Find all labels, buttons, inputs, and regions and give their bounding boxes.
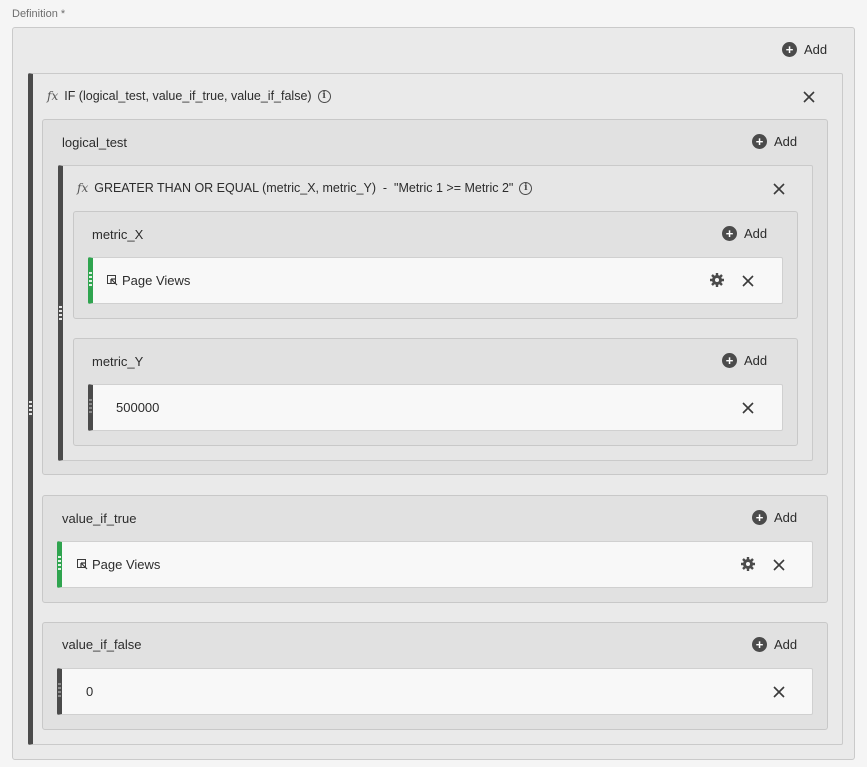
close-icon[interactable] bbox=[772, 182, 786, 196]
metric-icon bbox=[107, 275, 118, 286]
drag-handle-icon[interactable] bbox=[58, 683, 61, 697]
info-icon[interactable]: i bbox=[317, 89, 331, 103]
param-label-metric-y: metric_Y bbox=[92, 354, 144, 369]
metric-item-label: Page Views bbox=[77, 557, 160, 572]
add-label: Add bbox=[744, 353, 768, 368]
add-label: Add bbox=[774, 134, 798, 149]
add-button-metric-x[interactable]: + Add bbox=[722, 226, 767, 241]
param-label-value-if-false: value_if_false bbox=[62, 637, 142, 652]
gear-icon[interactable] bbox=[709, 272, 725, 288]
fx-icon: fx bbox=[77, 181, 89, 195]
drag-handle-icon[interactable] bbox=[29, 401, 32, 415]
metric-item-label: Page Views bbox=[107, 273, 190, 288]
close-icon[interactable] bbox=[772, 558, 786, 572]
plus-circle-icon: + bbox=[752, 510, 767, 525]
drag-handle-icon[interactable] bbox=[59, 306, 62, 320]
drag-handle-icon[interactable] bbox=[89, 399, 92, 413]
plus-circle-icon: + bbox=[752, 134, 767, 149]
gte-function-title: fx GREATER THAN OR EQUAL (metric_X, metr… bbox=[77, 181, 533, 195]
static-number-value[interactable]: 500000 bbox=[116, 400, 159, 415]
close-icon[interactable] bbox=[802, 90, 816, 104]
static-number-item[interactable] bbox=[57, 668, 813, 715]
static-number-value[interactable]: 0 bbox=[86, 684, 93, 699]
add-button-top[interactable]: + Add bbox=[782, 42, 827, 57]
add-label: Add bbox=[804, 42, 828, 57]
static-number-item[interactable] bbox=[88, 384, 783, 431]
add-button-logical-test[interactable]: + Add bbox=[752, 134, 797, 149]
add-button-value-if-true[interactable]: + Add bbox=[752, 510, 797, 525]
metric-name: Page Views bbox=[92, 557, 161, 572]
add-label: Add bbox=[774, 510, 798, 525]
drag-handle-icon[interactable] bbox=[89, 272, 92, 286]
close-icon[interactable] bbox=[772, 685, 786, 699]
plus-circle-icon: + bbox=[782, 42, 797, 57]
fx-icon: fx bbox=[47, 89, 59, 103]
add-button-metric-y[interactable]: + Add bbox=[722, 353, 767, 368]
info-icon[interactable]: i bbox=[519, 181, 533, 195]
metric-name: Page Views bbox=[122, 273, 191, 288]
plus-circle-icon: + bbox=[722, 226, 737, 241]
add-button-value-if-false[interactable]: + Add bbox=[752, 637, 797, 652]
param-label-value-if-true: value_if_true bbox=[62, 511, 137, 526]
if-function-title: fx IF (logical_test, value_if_true, valu… bbox=[47, 89, 331, 103]
definition-label: Definition * bbox=[12, 8, 66, 20]
plus-circle-icon: + bbox=[722, 353, 737, 368]
metric-item-page-views[interactable] bbox=[57, 541, 813, 588]
metric-item-page-views[interactable] bbox=[88, 257, 783, 304]
close-icon[interactable] bbox=[741, 401, 755, 415]
param-label-metric-x: metric_X bbox=[92, 227, 144, 242]
gte-function-signature: GREATER THAN OR EQUAL (metric_X, metric_… bbox=[94, 181, 514, 195]
param-label-logical-test: logical_test bbox=[62, 135, 128, 150]
metric-icon bbox=[77, 559, 88, 570]
add-label: Add bbox=[774, 637, 798, 652]
if-function-signature: IF (logical_test, value_if_true, value_i… bbox=[64, 89, 312, 103]
gear-icon[interactable] bbox=[740, 556, 756, 572]
add-label: Add bbox=[744, 226, 768, 241]
plus-circle-icon: + bbox=[752, 637, 767, 652]
close-icon[interactable] bbox=[741, 274, 755, 288]
drag-handle-icon[interactable] bbox=[58, 556, 61, 570]
